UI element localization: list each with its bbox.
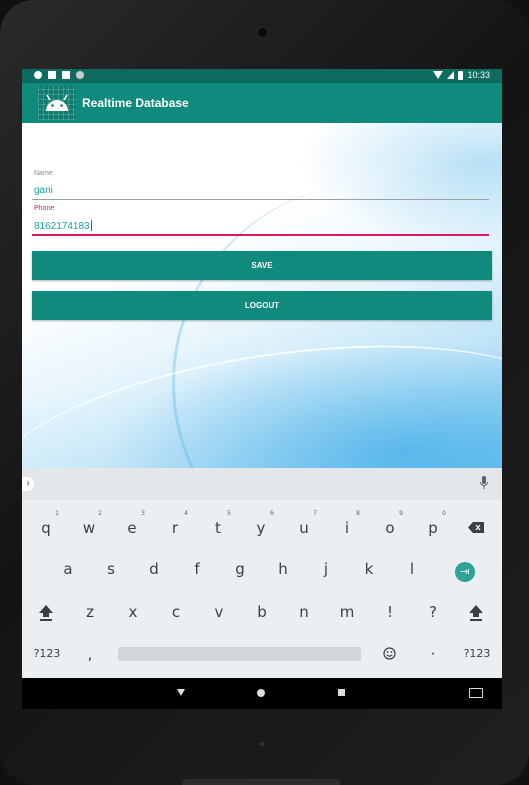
phone-label: Phone [34, 205, 55, 212]
back-icon[interactable] [177, 689, 185, 696]
key-t[interactable]: 5t [203, 510, 233, 543]
key-e[interactable]: 3e [117, 510, 147, 543]
sync-notification-icon [76, 71, 84, 79]
chevron-right-icon[interactable]: › [22, 477, 34, 491]
shift-icon[interactable] [39, 605, 53, 621]
signal-icon [447, 71, 455, 79]
name-label: Name [34, 170, 53, 177]
key-b[interactable]: b [247, 597, 277, 627]
key-r[interactable]: 4r [160, 510, 190, 543]
app-bar: Realtime Database [22, 83, 502, 123]
soft-keyboard: › 1q 2w 3e 4r 5t 6y 7u 8i 9o 0p a s d f … [22, 468, 502, 678]
wifi-icon [433, 71, 444, 79]
settings-notification-icon [34, 71, 42, 79]
key-m[interactable]: m [332, 597, 362, 627]
screen: 10:33 Realtime Database Name gani Phone … [22, 69, 502, 709]
text-cursor [90, 220, 92, 231]
key-x[interactable]: x [118, 597, 148, 627]
phone-input-underline [32, 234, 489, 236]
key-o[interactable]: 9o [375, 510, 405, 543]
key-u[interactable]: 7u [289, 510, 319, 543]
key-c[interactable]: c [161, 597, 191, 627]
backspace-icon[interactable] [468, 522, 484, 533]
key-comma[interactable]: , [75, 639, 105, 669]
status-time: 10:33 [467, 70, 490, 80]
logout-button[interactable]: LOGOUT [32, 291, 492, 320]
tablet-bottom-edge [182, 779, 340, 785]
main-content: Name gani Phone 8162174183 SAVE LOGOUT [22, 123, 502, 596]
recents-icon[interactable] [338, 689, 345, 696]
emoji-icon[interactable] [383, 647, 396, 660]
phone-input-text: 8162174183 [34, 221, 90, 232]
key-exclamation[interactable]: ! [375, 597, 405, 627]
key-n[interactable]: n [289, 597, 319, 627]
symbols-key[interactable]: ?123 [28, 639, 66, 669]
navigation-bar [22, 678, 502, 709]
home-icon[interactable] [257, 689, 265, 697]
key-a[interactable]: a [53, 554, 83, 584]
suggestion-strip: › [22, 468, 502, 500]
sd-card-notification-icon [62, 71, 70, 79]
key-f[interactable]: f [182, 554, 212, 584]
photo-notification-icon [48, 71, 56, 79]
status-bar: 10:33 [22, 69, 502, 83]
android-logo-icon [38, 86, 76, 120]
enter-key[interactable]: ⇥ [455, 562, 475, 582]
key-s[interactable]: s [96, 554, 126, 584]
key-v[interactable]: v [204, 597, 234, 627]
key-j[interactable]: j [311, 554, 341, 584]
name-input-underline [32, 199, 489, 200]
key-l[interactable]: l [397, 554, 427, 584]
key-w[interactable]: 2w [74, 510, 104, 543]
key-k[interactable]: k [354, 554, 384, 584]
keyboard-switch-icon[interactable] [469, 688, 483, 698]
key-z[interactable]: z [75, 597, 105, 627]
symbols-key-right[interactable]: ?123 [458, 639, 496, 669]
key-d[interactable]: d [139, 554, 169, 584]
phone-input[interactable]: 8162174183 [34, 220, 92, 232]
front-camera [258, 28, 267, 37]
save-button[interactable]: SAVE [32, 251, 492, 280]
key-h[interactable]: h [268, 554, 298, 584]
key-period[interactable]: · [418, 639, 448, 669]
tablet-frame: 10:33 Realtime Database Name gani Phone … [0, 0, 529, 785]
microphone-hole [260, 742, 264, 746]
key-question[interactable]: ? [418, 597, 448, 627]
shift-icon[interactable] [469, 605, 483, 621]
key-q[interactable]: 1q [31, 510, 61, 543]
app-title: Realtime Database [82, 96, 189, 110]
space-bar[interactable] [118, 647, 361, 661]
name-input[interactable]: gani [34, 185, 53, 196]
mic-icon[interactable] [480, 476, 488, 490]
key-y[interactable]: 6y [246, 510, 276, 543]
battery-icon [458, 70, 464, 80]
key-g[interactable]: g [225, 554, 255, 584]
key-i[interactable]: 8i [332, 510, 362, 543]
key-p[interactable]: 0p [418, 510, 448, 543]
